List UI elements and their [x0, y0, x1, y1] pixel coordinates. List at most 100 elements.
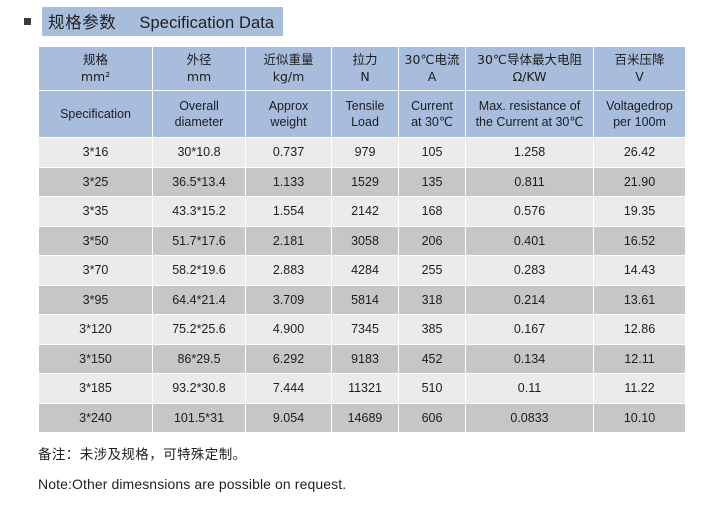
header-line-1: Max. resistance of — [478, 98, 581, 113]
header-line-2: Ω/KW — [512, 68, 547, 84]
header-line-2: per 100m — [613, 115, 666, 129]
header-line-1: Current — [411, 98, 453, 113]
cell-current: 385 — [399, 315, 465, 344]
cell-overall-diameter: 51.7*17.6 — [153, 226, 245, 255]
header-line-2: diameter — [174, 115, 224, 129]
column-header-tensile-load-en: Tensile Load — [332, 91, 398, 137]
table-row: 3*35 43.3*15.2 1.554 2142 168 0.576 19.3… — [39, 197, 685, 226]
cell-overall-diameter: 30*10.8 — [153, 138, 245, 167]
cell-voltage-drop: 10.10 — [594, 403, 685, 432]
cell-current: 135 — [399, 167, 465, 196]
cell-current: 105 — [399, 138, 465, 167]
column-header-voltage-drop-cn: 百米压降 V — [594, 47, 685, 90]
cell-approx-weight: 0.737 — [246, 138, 331, 167]
header-line-1: 30℃电流 — [404, 52, 460, 67]
cell-specification: 3*240 — [39, 403, 152, 432]
column-header-specification-cn: 规格 mm² — [39, 47, 152, 90]
header-line-2: N — [360, 68, 370, 84]
cell-tensile-load: 5814 — [332, 285, 398, 314]
cell-overall-diameter: 36.5*13.4 — [153, 167, 245, 196]
table-row: 3*70 58.2*19.6 2.883 4284 255 0.283 14.4… — [39, 256, 685, 285]
header-line-1: 百米压降 — [614, 52, 665, 67]
note-english: Note:Other dimesnsions are possible on r… — [38, 476, 347, 492]
table-header-row-chinese: 规格 mm² 外径 mm 近似重量 kg/m 拉力 N 30℃电流 A 30℃导… — [39, 47, 685, 90]
header-line-1: 30℃导体最大电阻 — [477, 52, 582, 67]
square-bullet-icon — [24, 17, 31, 25]
cell-max-resistance: 0.0833 — [466, 403, 593, 432]
cell-max-resistance: 0.811 — [466, 167, 593, 196]
cell-approx-weight: 4.900 — [246, 315, 331, 344]
cell-tensile-load: 11321 — [332, 374, 398, 403]
header-line-1: Specification — [60, 106, 131, 121]
cell-specification: 3*50 — [39, 226, 152, 255]
cell-tensile-load: 7345 — [332, 315, 398, 344]
cell-current: 452 — [399, 344, 465, 373]
cell-voltage-drop: 19.35 — [594, 197, 685, 226]
table-header-row-english: Specification Overall diameter Approx we… — [39, 91, 685, 137]
column-header-max-resistance-en: Max. resistance of the Current at 30℃ — [466, 91, 593, 137]
header-line-2: at 30℃ — [411, 115, 453, 129]
header-line-1: 拉力 — [352, 52, 378, 67]
column-header-current-en: Current at 30℃ — [399, 91, 465, 137]
column-header-max-resistance-cn: 30℃导体最大电阻 Ω/KW — [466, 47, 593, 90]
column-header-current-cn: 30℃电流 A — [399, 47, 465, 90]
cell-approx-weight: 7.444 — [246, 374, 331, 403]
cell-max-resistance: 0.283 — [466, 256, 593, 285]
cell-specification: 3*25 — [39, 167, 152, 196]
header-line-2: mm² — [80, 68, 111, 84]
cell-voltage-drop: 12.86 — [594, 315, 685, 344]
header-line-2: A — [427, 68, 437, 84]
cell-voltage-drop: 14.43 — [594, 256, 685, 285]
cell-overall-diameter: 75.2*25.6 — [153, 315, 245, 344]
cell-current: 606 — [399, 403, 465, 432]
cell-max-resistance: 0.11 — [466, 374, 593, 403]
page-title: 规格参数 Specification Data — [24, 6, 284, 36]
table-row: 3*25 36.5*13.4 1.133 1529 135 0.811 21.9… — [39, 167, 685, 196]
note-chinese: 备注：未涉及规格，可特殊定制。 — [38, 447, 247, 463]
column-header-specification-en: Specification — [39, 91, 152, 137]
cell-voltage-drop: 11.22 — [594, 374, 685, 403]
cell-overall-diameter: 43.3*15.2 — [153, 197, 245, 226]
header-line-1: 规格 — [82, 52, 108, 67]
cell-max-resistance: 0.401 — [466, 226, 593, 255]
column-header-overall-diameter-en: Overall diameter — [153, 91, 245, 137]
cell-specification: 3*120 — [39, 315, 152, 344]
cell-tensile-load: 9183 — [332, 344, 398, 373]
column-header-voltage-drop-en: Voltagedrop per 100m — [594, 91, 685, 137]
cell-approx-weight: 1.133 — [246, 167, 331, 196]
cell-approx-weight: 2.181 — [246, 226, 331, 255]
cell-current: 168 — [399, 197, 465, 226]
header-line-2: weight — [270, 115, 307, 129]
cell-specification: 3*95 — [39, 285, 152, 314]
cell-voltage-drop: 16.52 — [594, 226, 685, 255]
cell-voltage-drop: 21.90 — [594, 167, 685, 196]
column-header-approx-weight-en: Approx weight — [246, 91, 331, 137]
cell-specification: 3*35 — [39, 197, 152, 226]
cell-max-resistance: 0.167 — [466, 315, 593, 344]
column-header-tensile-load-cn: 拉力 N — [332, 47, 398, 90]
cell-overall-diameter: 93.2*30.8 — [153, 374, 245, 403]
cell-tensile-load: 4284 — [332, 256, 398, 285]
table-row: 3*50 51.7*17.6 2.181 3058 206 0.401 16.5… — [39, 226, 685, 255]
cell-voltage-drop: 12.11 — [594, 344, 685, 373]
table-row: 3*185 93.2*30.8 7.444 11321 510 0.11 11.… — [39, 374, 685, 403]
cell-tensile-load: 1529 — [332, 167, 398, 196]
table-row: 3*95 64.4*21.4 3.709 5814 318 0.214 13.6… — [39, 285, 685, 314]
cell-approx-weight: 2.883 — [246, 256, 331, 285]
column-header-approx-weight-cn: 近似重量 kg/m — [246, 47, 331, 90]
table-row: 3*150 86*29.5 6.292 9183 452 0.134 12.11 — [39, 344, 685, 373]
table-row: 3*240 101.5*31 9.054 14689 606 0.0833 10… — [39, 403, 685, 432]
header-line-1: Approx — [268, 98, 309, 113]
cell-current: 255 — [399, 256, 465, 285]
cell-approx-weight: 1.554 — [246, 197, 331, 226]
cell-approx-weight: 3.709 — [246, 285, 331, 314]
cell-specification: 3*185 — [39, 374, 152, 403]
header-line-2: mm — [186, 68, 212, 84]
cell-voltage-drop: 13.61 — [594, 285, 685, 314]
header-line-1: Tensile — [345, 98, 385, 113]
cell-max-resistance: 0.134 — [466, 344, 593, 373]
table-row: 3*16 30*10.8 0.737 979 105 1.258 26.42 — [39, 138, 685, 167]
cell-max-resistance: 0.214 — [466, 285, 593, 314]
header-line-2: the Current at 30℃ — [475, 115, 584, 129]
cell-approx-weight: 9.054 — [246, 403, 331, 432]
